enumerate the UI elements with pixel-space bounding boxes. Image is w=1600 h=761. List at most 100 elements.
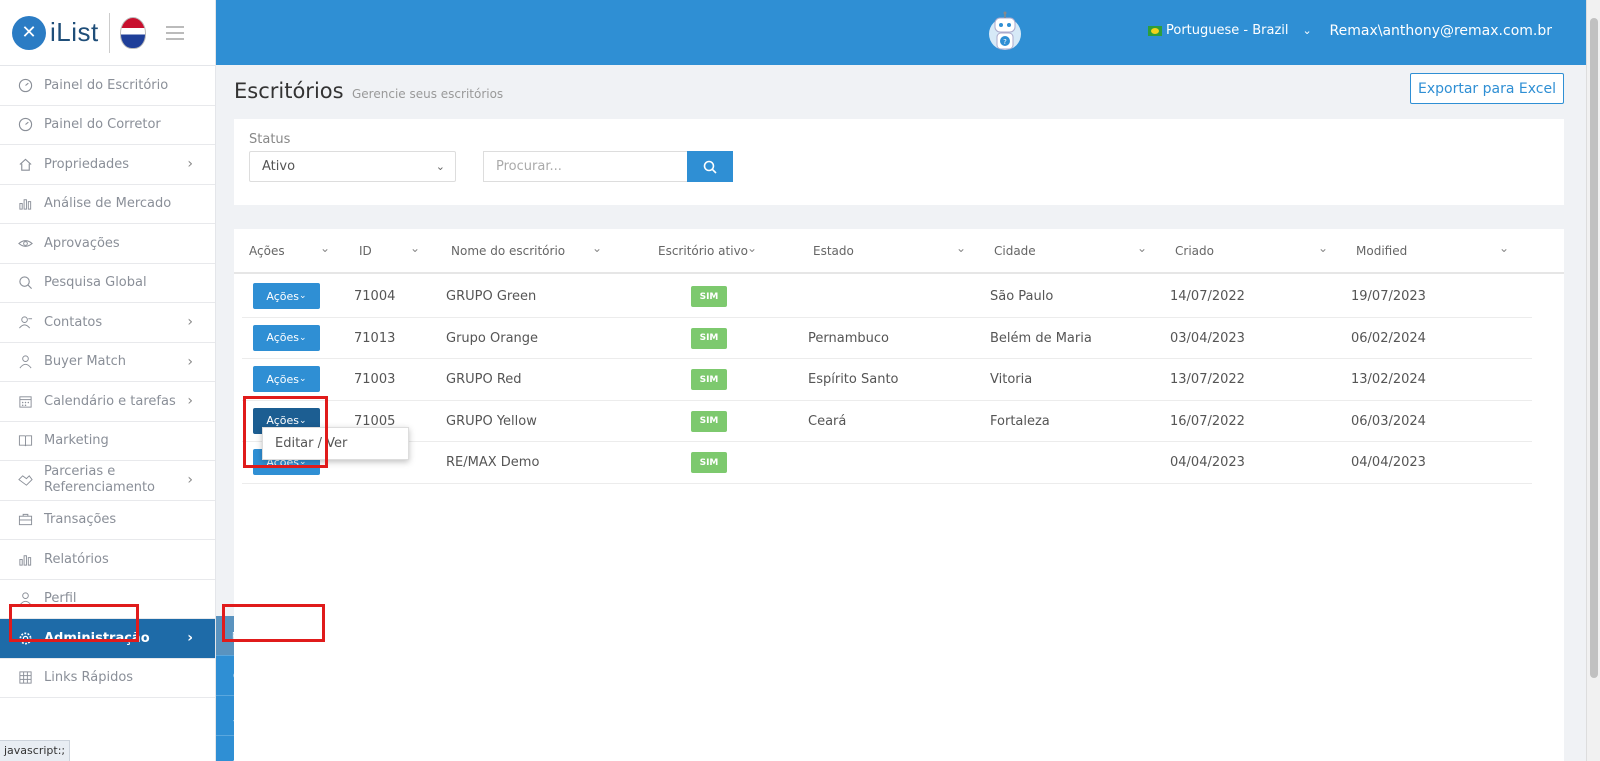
chevron-right-icon: › xyxy=(187,314,193,331)
user-account[interactable]: Remax\anthony@remax.com.br xyxy=(1330,23,1552,39)
sort-chevron-icon[interactable]: ⌄ xyxy=(956,241,966,255)
sidebar-item-label: Administração xyxy=(44,630,150,646)
sidebar-item-aprovacoes[interactable]: Aprovações xyxy=(0,224,215,264)
sidebar-item-label: Propriedades xyxy=(44,156,130,172)
chevron-down-icon: ⌄ xyxy=(435,160,445,173)
status-select[interactable]: Ativo ⌄ xyxy=(249,151,456,182)
sidebar-item-pesquisa-global[interactable]: Pesquisa Global xyxy=(0,264,215,303)
brazil-flag-icon xyxy=(1148,25,1162,36)
sidebar-item-marketing[interactable]: Marketing xyxy=(0,422,215,461)
grid-icon xyxy=(16,669,34,687)
sidebar-item-propriedades[interactable]: Propriedades › xyxy=(0,145,215,185)
sidebar-nav: Painel do Escritório Painel do Corretor Pr… xyxy=(0,66,215,698)
topbar: ? Portuguese - Brazil ⌄ Remax\anthony@re… xyxy=(216,0,1586,65)
sidebar-item-transacoes[interactable]: Transações xyxy=(0,501,215,540)
sidebar-item-label: Painel do Corretor xyxy=(44,117,161,133)
sidebar-item-buyer-match[interactable]: Buyer Match › xyxy=(0,343,215,382)
sidebar-item-perfil[interactable]: Perfil xyxy=(0,580,215,619)
speedometer-icon xyxy=(16,116,34,134)
sidebar-item-label: Análise de Mercado xyxy=(44,196,172,212)
cell-name: GRUPO Green xyxy=(446,289,537,304)
sidebar-item-parcerias-e-referenciamento[interactable]: Parcerias e Referenciamento › xyxy=(0,461,215,501)
briefcase-icon xyxy=(16,511,34,529)
actions-button[interactable]: Ações ⌄ xyxy=(253,283,320,309)
actions-button[interactable]: Ações ⌄ xyxy=(253,324,320,351)
chevron-right-icon: › xyxy=(187,393,193,410)
sort-chevron-icon[interactable]: ⌄ xyxy=(320,241,330,255)
page-scrollbar[interactable] xyxy=(1586,0,1600,761)
column-header-label: ID xyxy=(359,244,372,258)
sidebar-item-relatorios[interactable]: Relatórios xyxy=(0,540,215,580)
search-icon xyxy=(703,160,717,174)
language-selector[interactable]: Portuguese - Brazil ⌄ xyxy=(1148,23,1312,38)
cell-created: 03/04/2023 xyxy=(1170,330,1245,346)
chevron-right-icon: › xyxy=(187,630,193,647)
search-input[interactable] xyxy=(483,151,687,182)
column-header[interactable]: ID xyxy=(359,244,372,258)
cell-id: 71013 xyxy=(354,330,396,346)
search-button[interactable] xyxy=(687,151,733,182)
cell-modified: 04/04/2023 xyxy=(1351,455,1426,470)
cell-id: 71003 xyxy=(354,372,396,387)
status-value: Ativo xyxy=(262,159,296,174)
sidebar-item-label: Painel do Escritório xyxy=(44,77,169,93)
cell-created: 14/07/2022 xyxy=(1170,289,1245,304)
column-header-label: Criado xyxy=(1175,244,1214,258)
column-header[interactable]: Ações xyxy=(249,244,285,258)
column-header-label: Modified xyxy=(1356,244,1408,258)
column-header-label: Estado xyxy=(813,244,854,258)
column-header-label: Nome do escritório xyxy=(451,244,566,258)
sidebar-item-analise-de-mercado[interactable]: Análise de Mercado xyxy=(0,185,215,224)
ilist-logo-icon[interactable]: ✕ xyxy=(12,15,46,50)
cell-name: RE/MAX Demo xyxy=(446,455,540,470)
hamburger-menu-icon[interactable] xyxy=(165,22,184,44)
sort-chevron-icon[interactable]: ⌄ xyxy=(592,241,602,255)
column-header[interactable]: Estado xyxy=(813,244,854,258)
chevron-right-icon: › xyxy=(187,472,193,489)
cell-modified: 19/07/2023 xyxy=(1351,289,1426,304)
table-row: Ações ⌄ RE/MAX Demo 04/04/2023 04/04/2023 SI… xyxy=(242,442,1532,484)
export-excel-button[interactable]: Exportar para Excel xyxy=(1410,73,1564,104)
column-header-label: Escritório ativo xyxy=(658,244,749,258)
sort-chevron-icon[interactable]: ⌄ xyxy=(410,241,420,255)
home-icon xyxy=(16,155,34,173)
sort-chevron-icon[interactable]: ⌄ xyxy=(1499,241,1509,255)
column-header[interactable]: Escritório ativo xyxy=(658,244,748,258)
column-header[interactable]: Cidade xyxy=(994,244,1036,258)
table-row: Ações ⌄ 71013 Grupo Orange Pernambuco Belém … xyxy=(242,318,1532,359)
sidebar-item-painel-do-escritorio[interactable]: Painel do Escritório xyxy=(0,66,215,106)
sort-chevron-icon[interactable]: ⌄ xyxy=(747,241,757,255)
language-label: Portuguese - Brazil xyxy=(1166,23,1289,38)
sidebar-item-links-rapidos[interactable]: Links Rápidos xyxy=(0,659,215,698)
column-header[interactable]: Nome do escritório xyxy=(451,244,565,258)
column-header[interactable]: Modified xyxy=(1356,244,1407,258)
status-label: Status xyxy=(249,132,291,147)
speedometer-icon xyxy=(16,76,34,94)
column-header[interactable]: Criado xyxy=(1175,244,1214,258)
actions-dropdown: Editar / Ver xyxy=(262,427,409,460)
actions-button[interactable]: Ações ⌄ xyxy=(253,366,320,392)
sidebar-item-contatos[interactable]: Contatos › xyxy=(0,303,215,343)
actions-button-label: Ações xyxy=(266,289,300,303)
sort-chevron-icon[interactable]: ⌄ xyxy=(1137,241,1147,255)
table-row: Ações ⌄ 71003 GRUPO Red Espírito Santo Vitor… xyxy=(242,359,1532,401)
edit-view-option[interactable]: Editar / Ver xyxy=(275,436,347,451)
sort-chevron-icon[interactable]: ⌄ xyxy=(1318,241,1328,255)
scrollbar-thumb[interactable] xyxy=(1590,18,1598,678)
sidebar-item-administracao[interactable]: Administração › xyxy=(0,619,215,659)
calendar-icon xyxy=(16,392,34,410)
sidebar-item-label: Relatórios xyxy=(44,551,109,567)
sidebar-item-label: Transações xyxy=(44,512,117,528)
book-icon xyxy=(16,432,34,450)
main-content: Escritórios Gerencie seus escritórios Ex… xyxy=(216,65,1586,761)
cell-id: 71004 xyxy=(354,289,396,304)
sidebar: ✕ iList Painel do Escritório Painel do Co… xyxy=(0,0,216,761)
sidebar-item-painel-do-corretor[interactable]: Painel do Corretor xyxy=(0,106,215,145)
robot-assistant-icon[interactable]: ? xyxy=(987,10,1023,56)
sidebar-item-label: Links Rápidos xyxy=(44,670,134,686)
cell-state: Espírito Santo xyxy=(808,372,899,387)
sidebar-item-calendario-e-tarefas[interactable]: Calendário e tarefas › xyxy=(0,382,215,422)
cell-modified: 13/02/2024 xyxy=(1351,372,1426,387)
cell-state: Pernambuco xyxy=(808,330,889,346)
column-header-label: Cidade xyxy=(994,244,1036,258)
